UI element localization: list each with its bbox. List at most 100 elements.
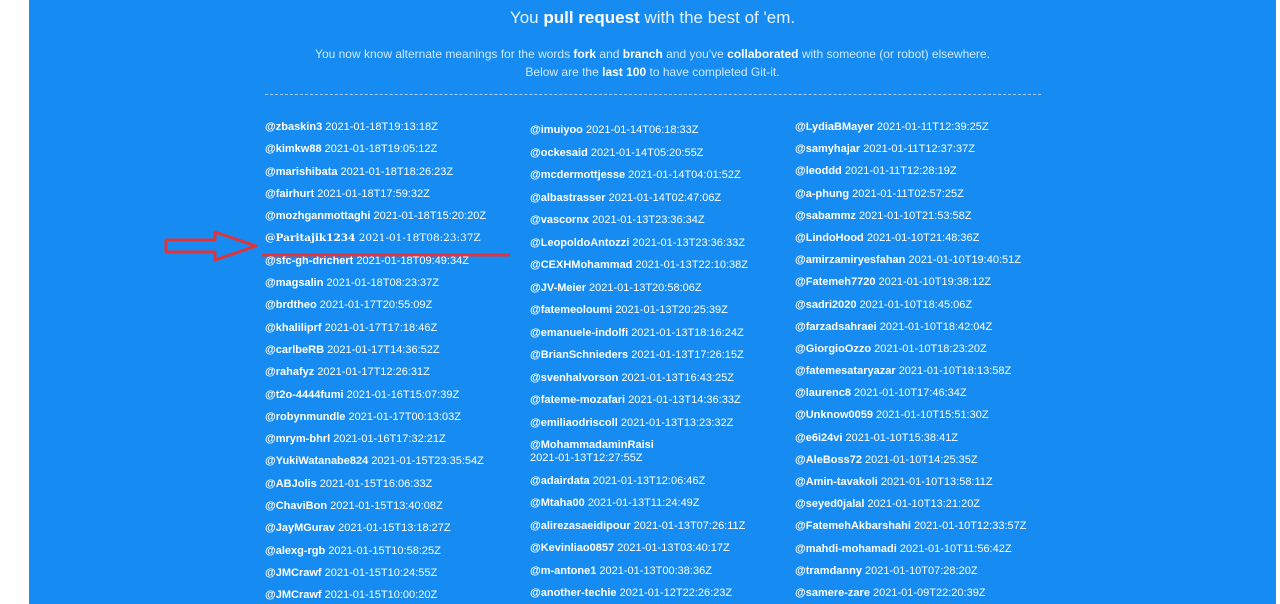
username-link[interactable]: @mrym-bhrl	[265, 433, 330, 445]
completion-timestamp: 2021-01-18T19:13:18Z	[325, 121, 438, 133]
username-link[interactable]: @emiliaodriscoll	[530, 417, 618, 429]
username-link[interactable]: @ABJolis	[265, 478, 317, 490]
completion-timestamp: 2021-01-11T12:39:25Z	[876, 121, 989, 133]
username-link[interactable]: @zbaskin3	[265, 121, 322, 133]
username-link[interactable]: @mcdermottjesse	[530, 169, 625, 181]
completion-entry: @alirezasaeidipour 2021-01-13T07:26:11Z	[530, 520, 780, 533]
username-link[interactable]: @mozhganmottaghi	[265, 210, 370, 222]
username-link[interactable]: @ChaviBon	[265, 500, 327, 512]
completion-timestamp: 2021-01-13T13:23:32Z	[620, 416, 734, 429]
username-link[interactable]: @LindoHood	[795, 232, 864, 244]
username-link[interactable]: @khaliliprf	[265, 322, 322, 334]
username-link[interactable]: @Mtaha00	[530, 497, 585, 509]
heading-bold: pull request	[543, 8, 640, 27]
username-link[interactable]: @laurenc8	[795, 387, 851, 399]
completion-entry: @khaliliprf 2021-01-17T17:18:46Z	[265, 322, 515, 335]
completion-entry: @LydiaBMayer 2021-01-11T12:39:25Z	[795, 121, 1045, 134]
completion-timestamp: 2021-01-10T19:40:51Z	[908, 254, 1021, 267]
username-link[interactable]: @a-phung	[795, 188, 849, 200]
username-link[interactable]: @emanuele-indolfi	[530, 327, 628, 339]
username-link[interactable]: @MohammadaminRaisi	[530, 439, 654, 451]
completion-timestamp: 2021-01-10T18:42:04Z	[879, 320, 993, 333]
completion-timestamp: 2021-01-16T17:32:21Z	[333, 433, 446, 446]
username-link[interactable]: @AleBoss72	[795, 454, 862, 466]
username-link[interactable]: @albastrasser	[530, 192, 606, 204]
username-link[interactable]: @vascornx	[530, 214, 589, 226]
username-link[interactable]: @samyhajar	[795, 143, 860, 155]
completion-entry: @FatemehAkbarshahi 2021-01-10T12:33:57Z	[795, 520, 1045, 533]
username-link[interactable]: @another-techie	[530, 587, 617, 599]
username-link[interactable]: @alexg-rgb	[265, 545, 325, 557]
username-link[interactable]: @seyed0jalal	[795, 498, 864, 510]
completion-timestamp: 2021-01-17T14:36:52Z	[327, 343, 440, 356]
username-link[interactable]: @e6i24vi	[795, 432, 842, 444]
username-link[interactable]: @samere-zare	[795, 587, 870, 599]
completion-timestamp: 2021-01-10T18:23:20Z	[874, 342, 987, 355]
completion-entry: @mahdi-mohamadi 2021-01-10T11:56:42Z	[795, 543, 1045, 556]
completion-timestamp: 2021-01-13T11:24:49Z	[587, 497, 700, 509]
completion-timestamp: 2021-01-13T16:43:25Z	[621, 371, 734, 384]
username-link[interactable]: @amirzamiryesfahan	[795, 254, 905, 266]
completion-timestamp: 2021-01-13T17:26:15Z	[631, 349, 744, 361]
username-link[interactable]: @GiorgioOzzo	[795, 343, 871, 355]
username-link[interactable]: @magsalin	[265, 277, 323, 289]
username-link[interactable]: @JV-Meier	[530, 282, 586, 294]
completion-entry: @rahafyz 2021-01-17T12:26:31Z	[265, 366, 515, 379]
username-link[interactable]: @rahafyz	[265, 366, 314, 378]
username-link[interactable]: @Unknow0059	[795, 409, 873, 421]
username-link[interactable]: @fateme-mozafari	[530, 394, 625, 406]
username-link[interactable]: @JMCrawf	[265, 567, 322, 579]
username-link[interactable]: @JayMGurav	[265, 522, 335, 534]
username-link[interactable]: @CEXHMohammad	[530, 259, 632, 271]
username-link[interactable]: @imuiyoo	[530, 124, 583, 136]
completions-column-1: @zbaskin3 2021-01-18T19:13:18Z @kimkw88 2…	[265, 121, 515, 604]
username-link[interactable]: @Fatemeh7720	[795, 276, 875, 288]
username-link[interactable]: @farzadsahraei	[795, 321, 877, 333]
username-link[interactable]: @ockesaid	[530, 147, 588, 159]
completion-timestamp: 2021-01-10T15:51:30Z	[876, 409, 989, 422]
completion-entry: @LeopoldoAntozzi 2021-01-13T23:36:33Z	[530, 237, 780, 250]
completion-entry: @fatemeoloumi 2021-01-13T20:25:39Z	[530, 304, 780, 317]
username-link[interactable]: @carlbeRB	[265, 344, 324, 356]
username-link[interactable]: @robynmundle	[265, 411, 345, 423]
username-link[interactable]: @sfc-gh-drichert	[265, 255, 353, 267]
completion-entry: @magsalin 2021-01-18T08:23:37Z	[265, 277, 515, 290]
username-link[interactable]: @Paritajik1234	[265, 232, 355, 244]
completion-timestamp: 2021-01-14T02:47:06Z	[608, 191, 722, 204]
completion-entry: @marishibata 2021-01-18T18:26:23Z	[265, 166, 515, 179]
completion-timestamp: 2021-01-15T13:18:27Z	[338, 522, 451, 535]
username-link[interactable]: @fairhurt	[265, 188, 314, 200]
username-link[interactable]: @fatemeoloumi	[530, 304, 612, 316]
username-link[interactable]: @tramdanny	[795, 565, 862, 577]
username-link[interactable]: @Kevinliao0857	[530, 542, 614, 554]
completion-entry: @zbaskin3 2021-01-18T19:13:18Z	[265, 121, 515, 134]
username-link[interactable]: @sadri2020	[795, 299, 857, 311]
username-link[interactable]: @m-antone1	[530, 565, 596, 577]
completion-entry: @CEXHMohammad 2021-01-13T22:10:38Z	[530, 259, 780, 272]
username-link[interactable]: @alirezasaeidipour	[530, 520, 631, 532]
username-link[interactable]: @JMCrawf	[265, 589, 322, 601]
completion-entry: @JMCrawf 2021-01-15T10:24:55Z	[265, 567, 515, 580]
completion-entry: @samere-zare 2021-01-09T22:20:39Z	[795, 587, 1045, 600]
username-link[interactable]: @svenhalvorson	[530, 372, 618, 384]
username-link[interactable]: @Amin-tavakoli	[795, 476, 878, 488]
completion-timestamp: 2021-01-13T23:36:34Z	[592, 214, 705, 226]
completion-entry: @mozhganmottaghi 2021-01-18T15:20:20Z	[265, 210, 515, 223]
username-link[interactable]: @brdtheo	[265, 299, 317, 311]
username-link[interactable]: @mahdi-mohamadi	[795, 543, 897, 555]
username-link[interactable]: @t2o-4444fumi	[265, 389, 344, 401]
username-link[interactable]: @fatemesataryazar	[795, 365, 896, 377]
completion-timestamp: 2021-01-15T16:06:33Z	[319, 477, 433, 490]
username-link[interactable]: @BrianSchnieders	[530, 349, 628, 361]
username-link[interactable]: @LeopoldoAntozzi	[530, 237, 629, 249]
username-link[interactable]: @FatemehAkbarshahi	[795, 520, 911, 532]
username-link[interactable]: @sabammz	[795, 210, 856, 222]
username-link[interactable]: @marishibata	[265, 166, 337, 178]
username-link[interactable]: @adairdata	[530, 475, 590, 487]
username-link[interactable]: @kimkw88	[265, 143, 322, 155]
completion-timestamp: 2021-01-15T10:00:20Z	[324, 589, 438, 602]
completions-column-2: @imuiyoo 2021-01-14T06:18:33Z @ockesaid 2…	[530, 124, 780, 604]
username-link[interactable]: @YukiWatanabe824	[265, 455, 368, 467]
username-link[interactable]: @LydiaBMayer	[795, 121, 874, 133]
username-link[interactable]: @leoddd	[795, 165, 842, 177]
